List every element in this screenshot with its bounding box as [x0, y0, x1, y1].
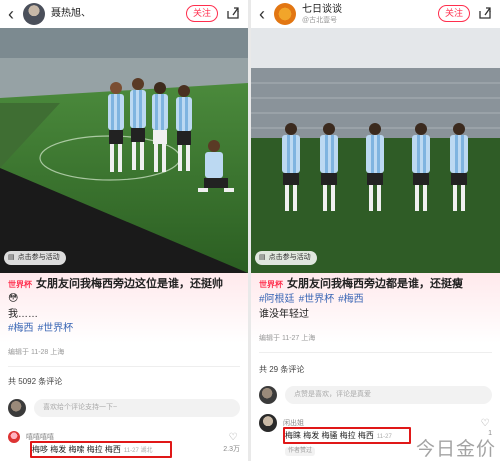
author-info: 聂热旭、 [51, 8, 91, 20]
comment-input[interactable]: 点赞是喜欢，评论是真爱 [285, 386, 492, 404]
highlight-box [30, 441, 172, 458]
hashtag-link[interactable]: #梅西 [8, 323, 34, 334]
post-panel-left: ‹ 聂热旭、 关注 ▤ 点击参与活动 世界杯 女朋友问我梅西旁边这位是谁，还挺帅… [0, 0, 248, 461]
post-body: 我…… [8, 309, 38, 320]
author-name[interactable]: 聂热旭、 [51, 8, 91, 20]
comment-count: 共 29 条评论 [259, 365, 305, 374]
top-bar: ‹ 七日谈谈 @古北壹号 关注 [251, 0, 500, 28]
activity-chip[interactable]: ▤ 点击参与活动 [255, 251, 317, 265]
topic-badge[interactable]: 世界杯 [259, 277, 283, 292]
like-count: 2.3万 [223, 446, 240, 453]
activity-icon: ▤ [8, 254, 15, 261]
activity-chip[interactable]: ▤ 点击参与活动 [4, 251, 66, 265]
comment-item: 嘻嘻嘻嘻 梅哆 梅发 梅嗦 梅拉 梅西 11-27 湖北 ♡ 2.3万 [8, 430, 240, 460]
hashtag-link[interactable]: #阿根廷 [259, 294, 295, 305]
hashtag-link[interactable]: #世界杯 [38, 323, 74, 334]
back-icon[interactable]: ‹ [254, 4, 270, 24]
author-info: 七日谈谈 @古北壹号 [302, 4, 342, 25]
commenter-avatar[interactable] [8, 431, 20, 443]
comment-input[interactable]: 喜欢给个评论支持一下~ [34, 399, 240, 417]
highlight-box [283, 427, 411, 444]
post-title: 世界杯 女朋友问我梅西旁边这位是谁，还挺帅 [8, 277, 244, 292]
post-image[interactable]: ▤ 点击参与活动 [251, 28, 500, 273]
follow-button[interactable]: 关注 [437, 5, 470, 22]
divider [8, 366, 240, 367]
my-avatar [8, 399, 26, 417]
commenter-avatar[interactable] [259, 414, 277, 432]
top-bar: ‹ 聂热旭、 关注 [0, 0, 248, 28]
author-liked-badge: 作者赞过 [285, 447, 316, 456]
post-title: 世界杯 女朋友问我梅西旁边都是谁，还挺瘦 [259, 277, 496, 292]
activity-icon: ▤ [259, 254, 266, 261]
comment-count: 共 5092 条评论 [8, 377, 63, 386]
emoji: 😳 [8, 293, 19, 304]
stadium-illustration [251, 28, 500, 273]
author-avatar[interactable] [23, 3, 45, 25]
watermark: 今日金价 [415, 438, 496, 460]
like-icon[interactable]: ♡ [478, 418, 492, 429]
back-icon[interactable]: ‹ [3, 4, 19, 24]
stadium-illustration [0, 28, 248, 273]
my-avatar [259, 386, 277, 404]
post-title-text: 女朋友问我梅西旁边这位是谁，还挺帅 [36, 278, 223, 290]
activity-label: 点击参与活动 [268, 254, 311, 261]
share-icon[interactable] [478, 6, 492, 20]
hashtag-link[interactable]: #世界杯 [299, 294, 335, 305]
share-icon[interactable] [226, 6, 240, 20]
comment-composer: 喜欢给个评论支持一下~ [8, 398, 240, 418]
hashtag-list: #梅西 #世界杯 [8, 322, 77, 336]
edit-date: 编辑于 11-28 上海 [8, 349, 65, 356]
author-avatar[interactable] [274, 3, 296, 25]
divider [259, 352, 492, 353]
activity-label: 点击参与活动 [17, 254, 60, 261]
comment-composer: 点赞是喜欢，评论是真爱 [259, 385, 492, 405]
hashtag-list: #阿根廷 #世界杯 #梅西 [259, 293, 368, 307]
like-icon[interactable]: ♡ [226, 432, 240, 443]
author-name[interactable]: 七日谈谈 [302, 4, 342, 16]
post-image[interactable]: ▤ 点击参与活动 [0, 28, 248, 273]
hashtag-link[interactable]: #梅西 [338, 294, 364, 305]
post-panel-right: ‹ 七日谈谈 @古北壹号 关注 ▤ 点击参与活动 世界杯 女朋友问我梅西旁边都是… [251, 0, 500, 461]
post-title-text: 女朋友问我梅西旁边都是谁，还挺瘦 [287, 278, 463, 290]
follow-button[interactable]: 关注 [185, 5, 218, 22]
author-subtitle: @古北壹号 [302, 16, 338, 24]
edit-date: 编辑于 11-27 上海 [259, 335, 316, 342]
post-body: 谁没年轻过 [259, 309, 309, 320]
topic-badge[interactable]: 世界杯 [8, 277, 32, 292]
